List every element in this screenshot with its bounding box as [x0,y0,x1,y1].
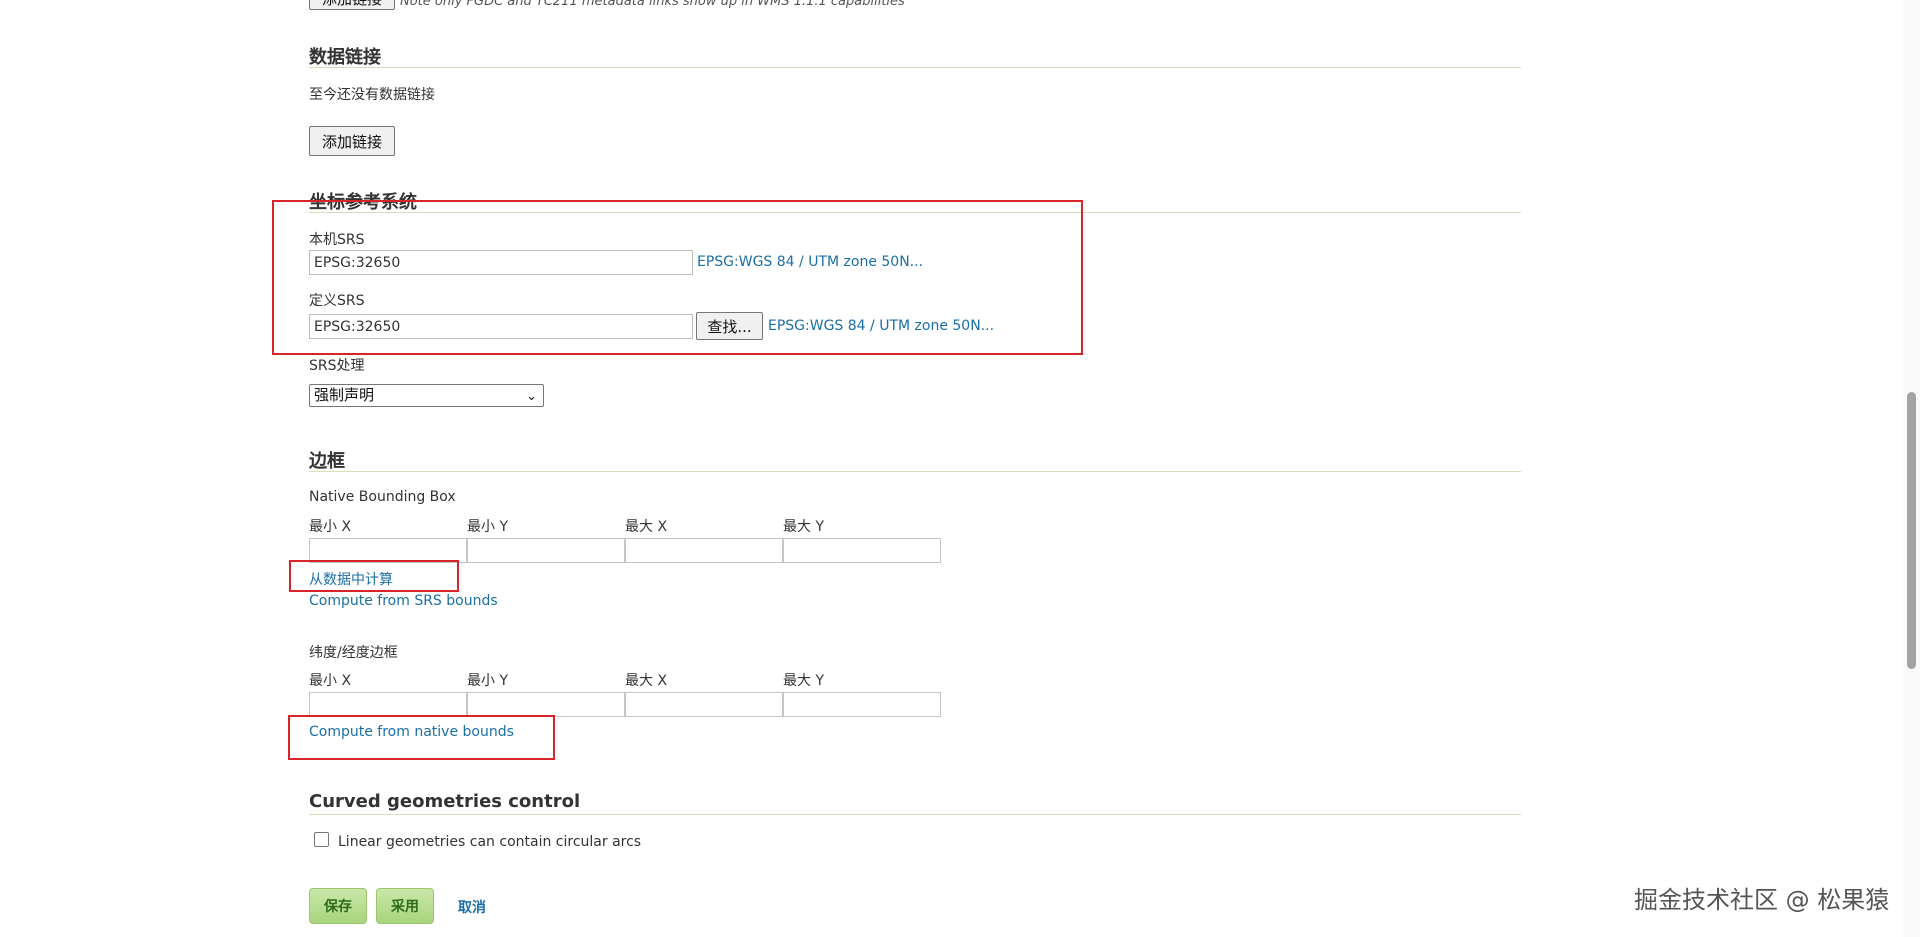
compute-from-data-link[interactable]: 从数据中计算 [309,569,393,589]
add-data-link-label: 添加链接 [321,132,382,151]
add-metadata-link-button[interactable]: 添加链接 [309,0,395,10]
save-button[interactable]: 保存 [309,888,367,924]
srs-handling-value: 强制声明 [314,386,375,404]
native-maxy-input[interactable] [783,538,941,563]
apply-label: 采用 [391,899,419,915]
latlon-minx-label: 最小 X [309,673,352,689]
compute-from-native-link[interactable]: Compute from native bounds [309,724,514,740]
cancel-link[interactable]: 取消 [458,897,486,917]
srs-handling-select[interactable]: 强制声明 ⌄ [309,384,544,407]
crs-rule [309,212,1521,213]
apply-button[interactable]: 采用 [376,888,434,924]
data-links-rule [309,67,1521,68]
native-minx-input[interactable] [309,538,467,563]
data-links-heading: 数据链接 [309,47,381,68]
circular-arcs-checkbox[interactable] [314,832,329,847]
native-maxx-input[interactable] [625,538,783,563]
find-srs-label: 查找... [707,317,752,336]
latlon-maxx-input[interactable] [625,692,783,717]
native-srs-input[interactable] [309,250,693,275]
metadata-note: Note only FGDC and TC211 metadata links … [400,0,905,9]
scrollbar-thumb[interactable] [1907,392,1916,669]
add-metadata-link-label: 添加链接 [322,0,382,9]
declared-srs-label: 定义SRS [309,293,365,309]
native-srs-label: 本机SRS [309,232,365,248]
vertical-scrollbar[interactable] [1903,0,1920,937]
compute-from-srs-link[interactable]: Compute from SRS bounds [309,593,498,609]
curved-heading: Curved geometries control [309,791,581,812]
native-minx-label: 最小 X [309,519,352,535]
save-label: 保存 [324,899,352,915]
native-srs-link[interactable]: EPSG:WGS 84 / UTM zone 50N... [697,254,923,270]
native-maxx-label: 最大 X [625,519,668,535]
native-miny-label: 最小 Y [467,519,509,535]
native-bbox-title: Native Bounding Box [309,489,456,505]
latlon-maxx-label: 最大 X [625,673,668,689]
latlon-miny-label: 最小 Y [467,673,509,689]
circular-arcs-label: Linear geometries can contain circular a… [338,834,642,850]
latlon-maxy-input[interactable] [783,692,941,717]
declared-srs-link[interactable]: EPSG:WGS 84 / UTM zone 50N... [768,318,994,334]
bounds-heading: 边框 [309,451,345,472]
crs-heading: 坐标参考系统 [309,192,417,213]
srs-handling-label: SRS处理 [309,358,365,374]
native-miny-input[interactable] [467,538,625,563]
latlon-miny-input[interactable] [467,692,625,717]
fade-overlay [300,868,900,878]
chevron-down-icon: ⌄ [526,389,537,404]
no-data-links-text: 至今还没有数据链接 [309,87,435,103]
latlon-bbox-title: 纬度/经度边框 [309,645,398,661]
curved-rule [309,814,1521,815]
find-srs-button[interactable]: 查找... [696,312,763,340]
bounds-rule [309,471,1521,472]
declared-srs-input[interactable] [309,314,693,339]
native-maxy-label: 最大 Y [783,519,825,535]
latlon-minx-input[interactable] [309,692,467,717]
add-data-link-button[interactable]: 添加链接 [309,126,395,156]
latlon-maxy-label: 最大 Y [783,673,825,689]
watermark-text: 掘金技术社区 @ 松果猿 [1634,886,1890,914]
